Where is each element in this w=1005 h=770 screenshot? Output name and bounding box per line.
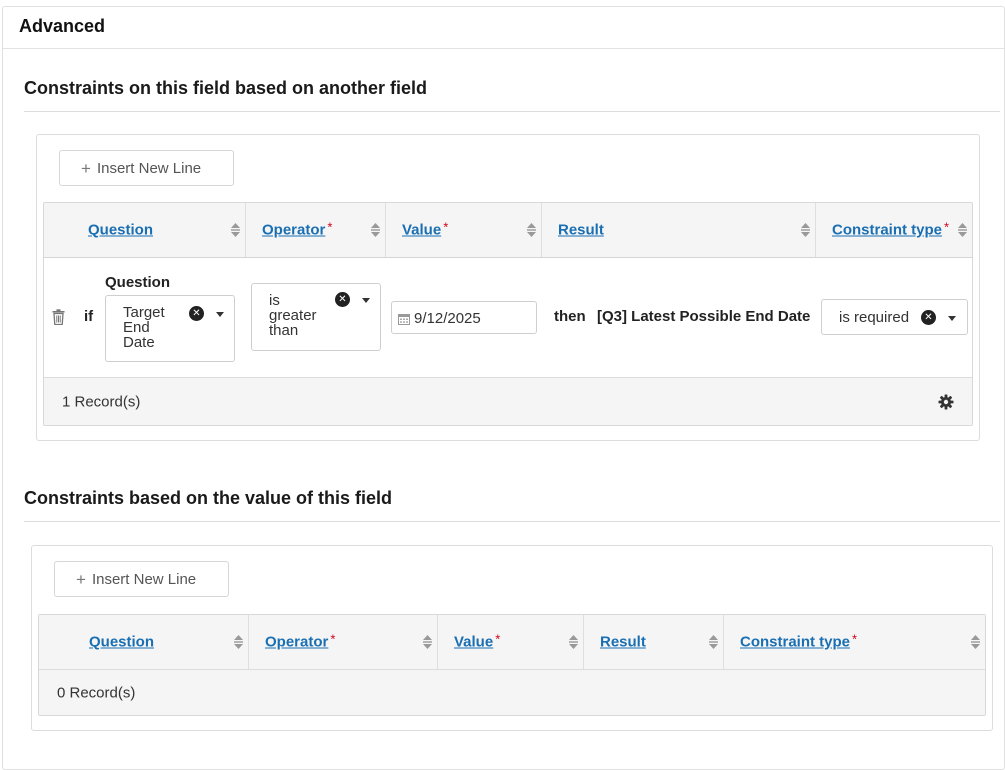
grid-header: Question Operator * Value * Result Constra… <box>39 615 985 670</box>
chevron-down-icon[interactable] <box>948 316 956 321</box>
question-select[interactable]: Target End Date ✕ <box>105 295 235 362</box>
column-label-constraint-type[interactable]: Constraint type * <box>832 219 950 239</box>
if-label: if <box>84 308 94 325</box>
column-label-result[interactable]: Result <box>558 222 604 239</box>
required-marker: * <box>443 219 449 235</box>
column-header-operator[interactable]: Operator * <box>246 203 386 257</box>
column-label-result[interactable]: Result <box>600 634 646 651</box>
constraints-grid: Question Operator * Value * Result Constra… <box>38 614 986 716</box>
question-heading: Question <box>105 274 171 291</box>
sort-icon[interactable] <box>422 634 433 650</box>
sort-icon[interactable] <box>370 222 381 238</box>
required-marker: * <box>944 219 950 235</box>
column-label-value[interactable]: Value * <box>402 219 449 239</box>
clear-icon[interactable]: ✕ <box>335 292 350 307</box>
record-count: 1 Record(s) <box>62 393 141 410</box>
record-count: 0 Record(s) <box>57 684 136 701</box>
chevron-down-icon[interactable] <box>216 312 224 317</box>
sort-icon[interactable] <box>233 634 244 650</box>
constraints-grid: Question Operator * Value * Result Constra… <box>43 202 973 426</box>
value-date-input[interactable]: 9/12/2025 <box>391 301 537 334</box>
clear-icon[interactable]: ✕ <box>189 306 204 321</box>
column-label-operator[interactable]: Operator * <box>262 219 333 239</box>
table-row: if Question Target End Date ✕ is greater <box>44 258 972 377</box>
operator-select[interactable]: is greater than ✕ <box>251 283 381 351</box>
insert-new-line-label: Insert New Line <box>91 570 197 588</box>
sort-icon[interactable] <box>957 222 968 238</box>
question-select-value: Target End Date <box>123 304 165 351</box>
trash-icon[interactable] <box>52 309 65 325</box>
sort-icon[interactable] <box>568 634 579 650</box>
sort-icon[interactable] <box>800 222 811 238</box>
date-value: 9/12/2025 <box>414 310 481 327</box>
sort-icon[interactable] <box>526 222 537 238</box>
operator-select-value: is greater than <box>269 292 317 339</box>
column-header-result[interactable]: Result <box>584 615 724 669</box>
column-header-value[interactable]: Value * <box>438 615 584 669</box>
result-value: [Q3] Latest Possible End Date <box>597 308 811 325</box>
column-label-operator[interactable]: Operator * <box>265 631 336 651</box>
column-header-operator[interactable]: Operator * <box>249 615 438 669</box>
clear-icon[interactable]: ✕ <box>921 310 936 325</box>
gear-icon[interactable] <box>938 394 954 410</box>
panel-title: Advanced <box>3 7 1004 49</box>
column-header-question[interactable]: Question <box>39 615 249 669</box>
required-marker: * <box>495 631 501 647</box>
plus-icon: + <box>81 158 91 178</box>
required-marker: * <box>327 219 333 235</box>
chevron-down-icon[interactable] <box>362 298 370 303</box>
constraints-this-field-box: + Insert New Line Question Operator * Val… <box>31 545 993 731</box>
column-label-value[interactable]: Value * <box>454 631 501 651</box>
insert-new-line-button[interactable]: + Insert New Line <box>59 150 234 186</box>
constraint-type-select[interactable]: is required ✕ <box>821 299 968 335</box>
section-title-this-field: Constraints based on the value of this f… <box>24 488 393 508</box>
column-header-value[interactable]: Value * <box>386 203 542 257</box>
constraint-type-value: is required <box>839 309 910 326</box>
sort-icon[interactable] <box>230 222 241 238</box>
required-marker: * <box>852 631 858 647</box>
then-label: then <box>554 308 586 325</box>
grid-header: Question Operator * Value * Result Constra… <box>44 203 972 258</box>
section-title-other-field: Constraints on this field based on anoth… <box>24 78 428 98</box>
column-label-question[interactable]: Question <box>89 634 154 651</box>
column-header-result[interactable]: Result <box>542 203 816 257</box>
column-header-constraint-type[interactable]: Constraint type * <box>816 203 972 257</box>
plus-icon: + <box>76 569 86 589</box>
column-label-constraint-type[interactable]: Constraint type * <box>740 631 858 651</box>
column-label-question[interactable]: Question <box>88 222 153 239</box>
section-divider <box>24 111 1000 112</box>
section-divider <box>24 521 1000 522</box>
constraints-other-field-box: + Insert New Line Question Operator * Val… <box>36 134 980 441</box>
advanced-panel: Advanced Constraints on this field based… <box>2 6 1005 770</box>
insert-new-line-label: Insert New Line <box>96 159 202 177</box>
insert-new-line-button[interactable]: + Insert New Line <box>54 561 229 597</box>
required-marker: * <box>330 631 336 647</box>
sort-icon[interactable] <box>708 634 719 650</box>
column-header-question[interactable]: Question <box>44 203 246 257</box>
grid-footer: 0 Record(s) <box>39 669 985 715</box>
calendar-icon[interactable] <box>398 313 410 325</box>
grid-footer: 1 Record(s) <box>44 377 972 425</box>
column-header-constraint-type[interactable]: Constraint type * <box>724 615 985 669</box>
sort-icon[interactable] <box>970 634 981 650</box>
